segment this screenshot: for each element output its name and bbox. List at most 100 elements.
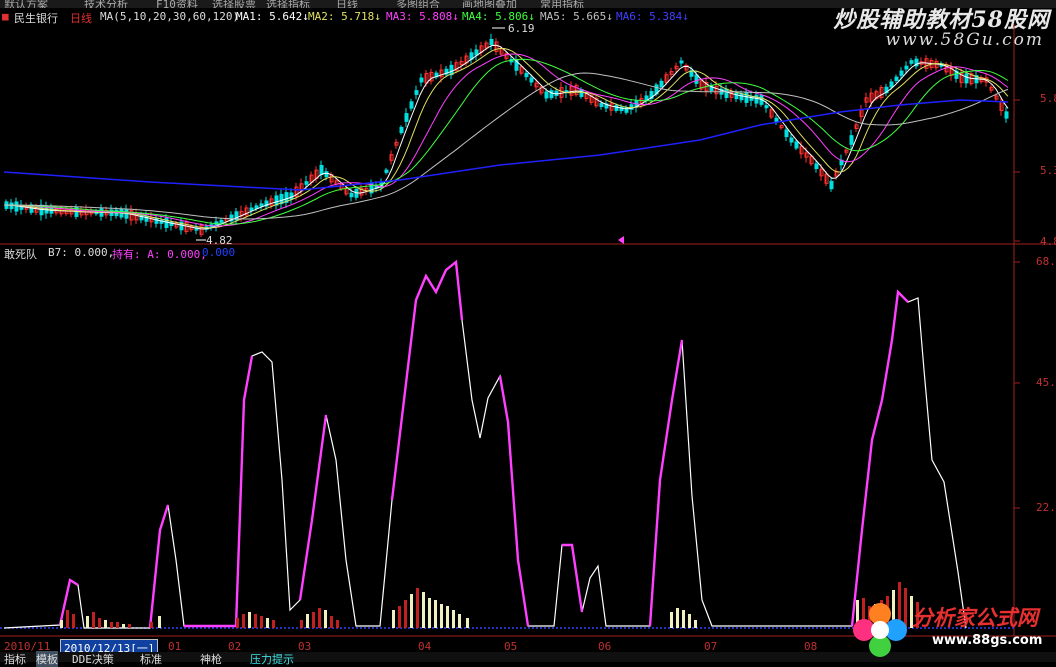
ma3-line	[4, 53, 1009, 227]
histogram-bar	[330, 616, 333, 628]
histogram-bar	[440, 604, 443, 628]
histogram-bar	[260, 616, 263, 628]
candle-body	[254, 205, 259, 209]
candle-body	[124, 209, 129, 219]
tab-dde[interactable]: DDE决策	[72, 651, 114, 667]
indicator-b7: B7: 0.000,	[48, 246, 115, 259]
candle-body	[549, 90, 554, 99]
candle-body	[414, 90, 419, 95]
indicator-rise-line	[390, 259, 464, 501]
candle-body	[384, 169, 389, 173]
histogram-bar	[410, 594, 413, 628]
candle-body	[349, 192, 354, 198]
candle-body	[644, 95, 649, 101]
histogram-bar	[116, 622, 119, 628]
indicator-rise-line	[648, 339, 684, 627]
candle-body	[744, 92, 749, 103]
candle-body	[409, 101, 414, 109]
high-marker-label: 6.19	[508, 22, 535, 35]
candle-body	[694, 74, 699, 84]
indicator-rise-line	[298, 414, 328, 601]
candle-body	[489, 38, 494, 46]
histogram-bar	[336, 620, 339, 628]
histogram-bar	[66, 610, 69, 628]
candle-body	[849, 135, 854, 145]
histogram-bar	[428, 598, 431, 628]
indicator-rise-line	[562, 543, 584, 613]
candle-body	[614, 105, 619, 111]
candle-body	[724, 88, 729, 99]
site-logo: 分析家公式网 www.88gs.com	[850, 598, 1056, 662]
candle-body	[399, 126, 404, 134]
candle-body	[599, 103, 604, 107]
histogram-bar	[670, 612, 673, 628]
histogram-bar	[254, 614, 257, 628]
y-tick-main-2: 4.8	[1040, 235, 1056, 248]
y-tick-main-0: 5.88	[1040, 92, 1056, 105]
histogram-bar	[318, 608, 321, 628]
candle-body	[289, 192, 294, 200]
histogram-bar	[150, 622, 153, 628]
candle-body	[764, 105, 769, 109]
candle-body	[1004, 111, 1009, 119]
histogram-bar	[128, 624, 131, 628]
candle-body	[739, 93, 744, 101]
tab-standard[interactable]: 标准	[140, 651, 162, 667]
tab-template[interactable]: 模板	[36, 651, 58, 667]
candle-body	[324, 171, 329, 178]
histogram-bar	[158, 616, 161, 628]
histogram-bar	[392, 610, 395, 628]
y-tick-sub-1: 45.3	[1036, 376, 1056, 389]
cursor-arrow-icon	[618, 236, 624, 244]
candle-body	[274, 195, 279, 206]
histogram-bar	[676, 608, 679, 628]
candle-body	[829, 180, 834, 190]
candle-body	[814, 163, 819, 170]
histogram-bar	[104, 620, 107, 628]
chart-canvas[interactable]: 6.194.82	[0, 0, 1056, 662]
candle-body	[419, 77, 424, 83]
histogram-bar	[466, 618, 469, 628]
candle-body	[529, 77, 534, 83]
y-tick-main-1: 5.30	[1040, 164, 1056, 177]
indicator-name: 敢死队	[4, 248, 37, 261]
tab-shenqiang[interactable]: 神枪	[200, 651, 222, 667]
histogram-bar	[248, 612, 251, 628]
histogram-bar	[404, 600, 407, 628]
histogram-bar	[458, 614, 461, 628]
candle-body	[259, 203, 264, 207]
candle-body	[774, 117, 779, 123]
histogram-bar	[92, 612, 95, 628]
candle-body	[889, 81, 894, 88]
y-tick-sub-2: 22.6	[1036, 501, 1056, 514]
candle-body	[249, 207, 254, 212]
histogram-bar	[306, 614, 309, 628]
candle-body	[659, 80, 664, 88]
tab-pressure[interactable]: 压力提示	[250, 651, 294, 667]
candle-body	[304, 181, 309, 185]
ma6-line	[3, 99, 1009, 191]
histogram-bar	[398, 606, 401, 628]
histogram-bar	[694, 620, 697, 628]
ma1-line	[3, 44, 1009, 230]
histogram-bar	[446, 606, 449, 628]
ma4-line	[4, 58, 1009, 225]
histogram-bar	[272, 620, 275, 628]
candle-body	[319, 164, 324, 176]
candle-body	[909, 60, 914, 64]
histogram-bar	[266, 618, 269, 628]
candle-body	[734, 92, 739, 100]
candle-body	[794, 141, 799, 149]
histogram-bar	[300, 620, 303, 628]
candle-body	[784, 129, 789, 138]
histogram-bar	[312, 612, 315, 628]
tab-indicator[interactable]: 指标	[4, 651, 26, 667]
logo-url: www.88gs.com	[932, 633, 1043, 648]
candle-body	[524, 72, 529, 78]
histogram-bar	[324, 610, 327, 628]
histogram-bar	[110, 622, 113, 628]
indicator-rise-line	[184, 355, 254, 628]
histogram-bar	[452, 610, 455, 628]
candle-body	[404, 113, 409, 122]
indicator-rise-line	[148, 504, 170, 629]
